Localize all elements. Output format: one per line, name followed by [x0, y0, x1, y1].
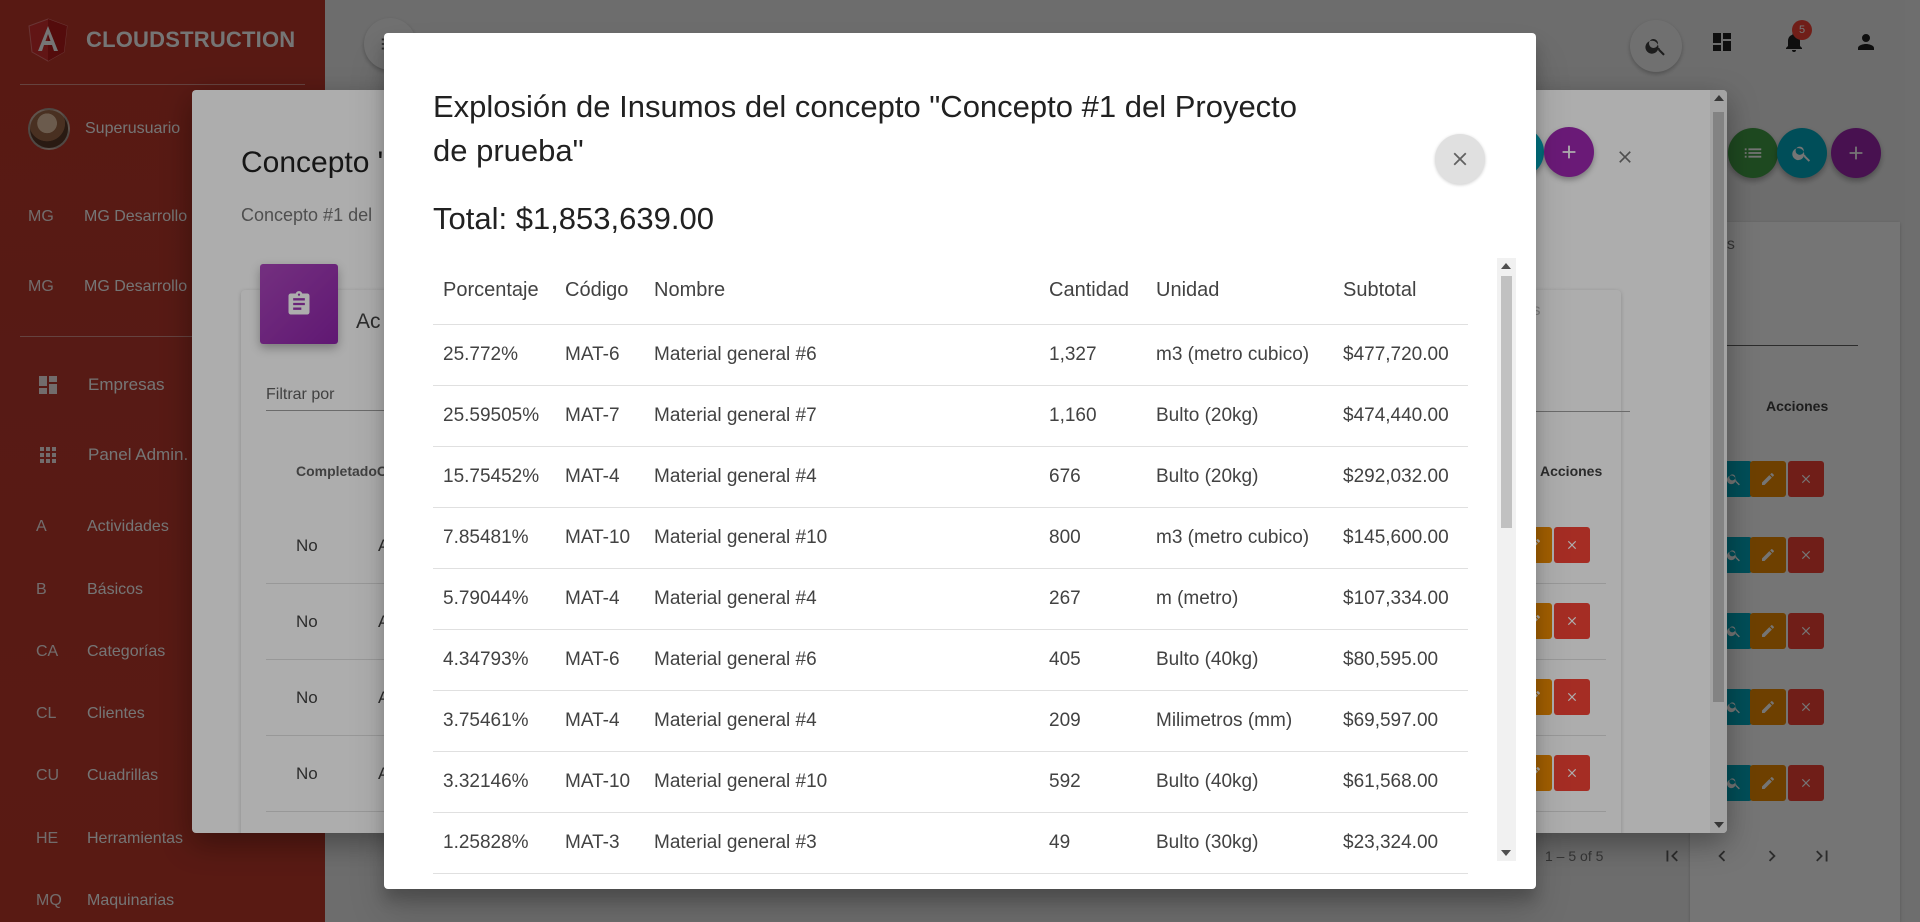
cell-porcentaje: 15.75452% [433, 446, 555, 508]
cell-codigo: MAT-3 [555, 812, 644, 874]
cell-subtotal: $23,324.00 [1333, 812, 1468, 874]
cell-porcentaje: 5.79044% [433, 568, 555, 630]
scroll-up-icon[interactable] [1501, 263, 1511, 269]
cell-nombre: Material general #10 [644, 507, 1039, 569]
table-row: 3.75461% MAT-4 Material general #4 209 M… [433, 690, 1468, 752]
column-header-unidad[interactable]: Unidad [1146, 258, 1333, 325]
cell-cantidad: 267 [1039, 568, 1146, 630]
cell-cantidad: 800 [1039, 507, 1146, 569]
table-row: 1.25828% MAT-3 Material general #3 49 Bu… [433, 812, 1468, 874]
cell-nombre: Material general #10 [644, 751, 1039, 813]
column-header-subtotal[interactable]: Subtotal [1333, 258, 1468, 325]
cell-subtotal: $145,600.00 [1333, 507, 1468, 569]
cell-unidad: Bulto (30kg) [1146, 812, 1333, 874]
table-header-row: Porcentaje Código Nombre Cantidad Unidad… [433, 258, 1468, 325]
cell-cantidad: 1,327 [1039, 324, 1146, 386]
cell-nombre: Material general #6 [644, 629, 1039, 691]
cell-nombre: Material general #7 [644, 385, 1039, 447]
cell-subtotal: $474,440.00 [1333, 385, 1468, 447]
cell-porcentaje: 25.59505% [433, 385, 555, 447]
table-row: 3.32146% MAT-10 Material general #10 592… [433, 751, 1468, 813]
cell-subtotal: $477,720.00 [1333, 324, 1468, 386]
explosion-insumos-dialog: Explosión de Insumos del concepto "Conce… [384, 33, 1536, 889]
table-row: 5.79044% MAT-4 Material general #4 267 m… [433, 568, 1468, 630]
cell-nombre: Material general #4 [644, 446, 1039, 508]
cell-codigo: MAT-4 [555, 690, 644, 752]
cell-porcentaje: 1.25828% [433, 812, 555, 874]
cell-unidad: Bulto (20kg) [1146, 446, 1333, 508]
cell-unidad: Bulto (20kg) [1146, 385, 1333, 447]
table-row: 4.34793% MAT-6 Material general #6 405 B… [433, 629, 1468, 691]
cell-nombre: Material general #3 [644, 812, 1039, 874]
table-row: 15.75452% MAT-4 Material general #4 676 … [433, 446, 1468, 508]
close-dialog-button[interactable] [1435, 134, 1485, 184]
table-row: 25.59505% MAT-7 Material general #7 1,16… [433, 385, 1468, 447]
table-row: 7.85481% MAT-10 Material general #10 800… [433, 507, 1468, 569]
insumos-table: Porcentaje Código Nombre Cantidad Unidad… [433, 258, 1468, 874]
close-icon [1453, 152, 1467, 166]
cell-porcentaje: 4.34793% [433, 629, 555, 691]
cell-porcentaje: 7.85481% [433, 507, 555, 569]
cell-unidad: Bulto (40kg) [1146, 629, 1333, 691]
cell-codigo: MAT-10 [555, 507, 644, 569]
cell-codigo: MAT-6 [555, 629, 644, 691]
cell-unidad: m3 (metro cubico) [1146, 324, 1333, 386]
column-header-porcentaje[interactable]: Porcentaje [433, 258, 555, 325]
cell-codigo: MAT-4 [555, 568, 644, 630]
cell-porcentaje: 25.772% [433, 324, 555, 386]
cell-codigo: MAT-4 [555, 446, 644, 508]
cell-subtotal: $80,595.00 [1333, 629, 1468, 691]
scrollbar-thumb[interactable] [1501, 276, 1512, 528]
cell-codigo: MAT-10 [555, 751, 644, 813]
total-amount: Total: $1,853,639.00 [433, 201, 714, 236]
cell-nombre: Material general #4 [644, 568, 1039, 630]
cell-unidad: Bulto (40kg) [1146, 751, 1333, 813]
cell-cantidad: 1,160 [1039, 385, 1146, 447]
cell-subtotal: $292,032.00 [1333, 446, 1468, 508]
cell-nombre: Material general #6 [644, 324, 1039, 386]
table-row: 25.772% MAT-6 Material general #6 1,327 … [433, 324, 1468, 386]
cell-cantidad: 209 [1039, 690, 1146, 752]
cell-unidad: m (metro) [1146, 568, 1333, 630]
column-header-cantidad[interactable]: Cantidad [1039, 258, 1146, 325]
insumos-table-container: Porcentaje Código Nombre Cantidad Unidad… [433, 258, 1501, 894]
cell-unidad: m3 (metro cubico) [1146, 507, 1333, 569]
scroll-down-icon[interactable] [1501, 850, 1511, 856]
cell-cantidad: 592 [1039, 751, 1146, 813]
cell-porcentaje: 3.75461% [433, 690, 555, 752]
table-scrollbar[interactable] [1497, 258, 1516, 861]
cell-nombre: Material general #4 [644, 690, 1039, 752]
cell-cantidad: 49 [1039, 812, 1146, 874]
cell-cantidad: 405 [1039, 629, 1146, 691]
cell-subtotal: $61,568.00 [1333, 751, 1468, 813]
cell-codigo: MAT-7 [555, 385, 644, 447]
cell-subtotal: $69,597.00 [1333, 690, 1468, 752]
cell-codigo: MAT-6 [555, 324, 644, 386]
cell-porcentaje: 3.32146% [433, 751, 555, 813]
cell-subtotal: $107,334.00 [1333, 568, 1468, 630]
column-header-codigo[interactable]: Código [555, 258, 644, 325]
cell-cantidad: 676 [1039, 446, 1146, 508]
column-header-nombre[interactable]: Nombre [644, 258, 1039, 325]
cell-unidad: Milimetros (mm) [1146, 690, 1333, 752]
dialog-title: Explosión de Insumos del concepto "Conce… [433, 89, 1298, 168]
